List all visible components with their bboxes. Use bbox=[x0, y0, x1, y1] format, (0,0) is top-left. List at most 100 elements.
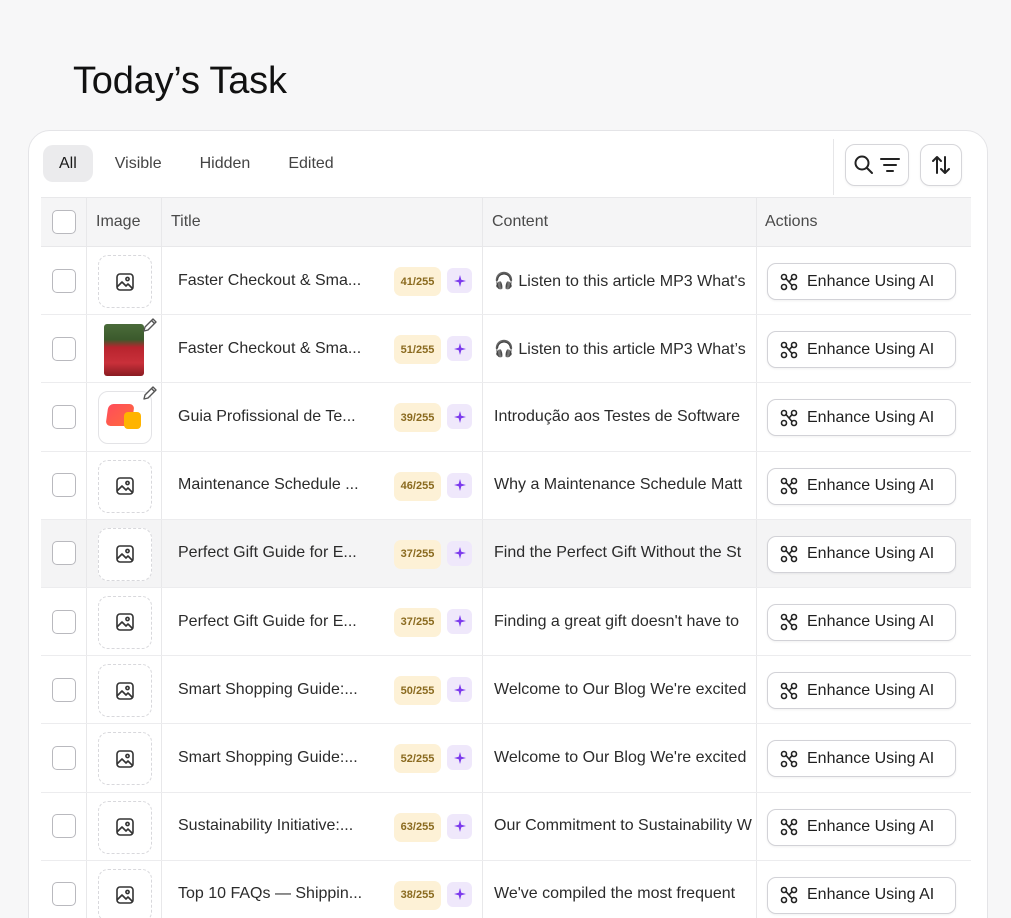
ai-rewrite-button[interactable] bbox=[447, 336, 472, 362]
enhance-using-ai-button[interactable]: Enhance Using AI bbox=[767, 603, 956, 641]
image-placeholder[interactable] bbox=[98, 459, 152, 513]
tab-all[interactable]: All bbox=[43, 145, 93, 182]
enhance-using-ai-button[interactable]: Enhance Using AI bbox=[767, 672, 956, 710]
ai-rewrite-button[interactable] bbox=[447, 745, 472, 771]
table-row[interactable]: Smart Shopping Guide:... 52/255 Welcome to… bbox=[41, 724, 971, 793]
ai-sparkle-icon bbox=[453, 820, 466, 832]
char-count-badge: 46/255 bbox=[394, 471, 441, 501]
header-image: Image bbox=[96, 213, 141, 230]
ai-rewrite-button[interactable] bbox=[447, 404, 472, 430]
row-content[interactable]: 🎧 Listen to this article MP3 What’s bbox=[494, 315, 756, 382]
row-checkbox[interactable] bbox=[51, 745, 76, 770]
product-thumbnail[interactable] bbox=[104, 324, 144, 377]
image-placeholder[interactable] bbox=[98, 868, 152, 918]
enhance-using-ai-button[interactable]: Enhance Using AI bbox=[767, 876, 956, 914]
enhance-button-label: Enhance Using AI bbox=[807, 272, 935, 290]
char-count-badge: 52/255 bbox=[394, 744, 441, 774]
row-content[interactable]: 🎧 Listen to this article MP3 What's bbox=[494, 247, 756, 314]
row-content[interactable]: Introdução aos Testes de Software bbox=[494, 383, 756, 450]
row-content[interactable]: Finding a great gift doesn't have to bbox=[494, 588, 756, 655]
table-row[interactable]: Perfect Gift Guide for E... 37/255 Find th… bbox=[41, 519, 971, 588]
row-checkbox[interactable] bbox=[51, 541, 76, 566]
enhance-using-ai-button[interactable]: Enhance Using AI bbox=[767, 467, 956, 505]
row-checkbox[interactable] bbox=[51, 473, 76, 498]
table-row[interactable]: Top 10 FAQs — Shippin... 38/255 We've comp… bbox=[41, 860, 971, 918]
ai-rewrite-button[interactable] bbox=[447, 540, 472, 566]
header-title: Title bbox=[171, 213, 201, 230]
row-content[interactable]: Find the Perfect Gift Without the St bbox=[494, 520, 756, 587]
row-content[interactable]: Welcome to Our Blog We're excited bbox=[494, 724, 756, 791]
image-placeholder-icon bbox=[116, 681, 134, 700]
enhance-ai-icon bbox=[780, 545, 798, 563]
char-count-badge: 50/255 bbox=[394, 676, 441, 706]
row-checkbox[interactable] bbox=[51, 882, 76, 907]
sort-icon bbox=[932, 156, 950, 174]
page-title: Today’s Task bbox=[73, 60, 287, 102]
row-title[interactable]: Smart Shopping Guide:... bbox=[178, 724, 378, 791]
row-title[interactable]: Guia Profissional de Te... bbox=[178, 383, 378, 450]
image-placeholder[interactable] bbox=[98, 664, 152, 718]
enhance-using-ai-button[interactable]: Enhance Using AI bbox=[767, 740, 956, 778]
ai-sparkle-icon bbox=[453, 683, 466, 696]
char-count-badge: 38/255 bbox=[394, 880, 441, 910]
enhance-using-ai-button[interactable]: Enhance Using AI bbox=[767, 808, 956, 846]
row-checkbox[interactable] bbox=[51, 677, 76, 702]
enhance-button-label: Enhance Using AI bbox=[807, 886, 935, 904]
enhance-using-ai-button[interactable]: Enhance Using AI bbox=[767, 263, 956, 300]
select-all-checkbox[interactable] bbox=[51, 210, 76, 234]
tab-edited[interactable]: Edited bbox=[272, 145, 349, 182]
row-content[interactable]: Why a Maintenance Schedule Matt bbox=[494, 452, 756, 519]
sort-button[interactable] bbox=[920, 144, 962, 186]
image-placeholder[interactable] bbox=[98, 732, 152, 786]
ai-rewrite-button[interactable] bbox=[447, 472, 472, 498]
image-placeholder[interactable] bbox=[98, 595, 152, 649]
row-title[interactable]: Maintenance Schedule ... bbox=[178, 452, 378, 519]
row-title[interactable]: Faster Checkout & Sma... bbox=[178, 315, 378, 382]
row-content[interactable]: Our Commitment to Sustainability W bbox=[494, 793, 756, 860]
ai-rewrite-button[interactable] bbox=[447, 677, 472, 703]
row-checkbox[interactable] bbox=[51, 404, 76, 429]
table-row[interactable]: Perfect Gift Guide for E... 37/255 Finding… bbox=[41, 587, 971, 657]
enhance-ai-icon bbox=[780, 886, 798, 904]
edit-pencil-icon[interactable] bbox=[141, 316, 159, 334]
row-title[interactable]: Smart Shopping Guide:... bbox=[178, 656, 378, 723]
enhance-using-ai-button[interactable]: Enhance Using AI bbox=[767, 399, 956, 437]
row-title[interactable]: Perfect Gift Guide for E... bbox=[178, 588, 378, 655]
tab-hidden[interactable]: Hidden bbox=[184, 145, 267, 182]
image-placeholder[interactable] bbox=[98, 255, 152, 308]
enhance-ai-icon bbox=[780, 614, 798, 631]
row-title[interactable]: Perfect Gift Guide for E... bbox=[178, 520, 378, 587]
table-row[interactable]: Maintenance Schedule ... 46/255 Why a Main… bbox=[41, 451, 971, 520]
enhance-using-ai-button[interactable]: Enhance Using AI bbox=[767, 331, 956, 369]
edit-pencil-icon[interactable] bbox=[141, 384, 159, 402]
tab-visible[interactable]: Visible bbox=[99, 145, 178, 182]
ai-rewrite-button[interactable] bbox=[447, 881, 472, 907]
enhance-ai-icon bbox=[780, 477, 798, 495]
image-placeholder[interactable] bbox=[98, 800, 152, 854]
table-row[interactable]: Faster Checkout & Sma... 41/255 🎧 Listen t… bbox=[41, 247, 971, 316]
row-checkbox[interactable] bbox=[51, 814, 76, 839]
char-count-badge: 51/255 bbox=[394, 335, 441, 365]
row-title[interactable]: Faster Checkout & Sma... bbox=[178, 247, 378, 314]
table-header: Image Title Content Actions bbox=[41, 197, 971, 247]
row-checkbox[interactable] bbox=[51, 609, 76, 634]
enhance-button-label: Enhance Using AI bbox=[807, 613, 935, 631]
table-row[interactable]: Sustainability Initiative:... 63/255 Our C… bbox=[41, 792, 971, 861]
image-placeholder[interactable] bbox=[98, 527, 152, 581]
search-filter-button[interactable] bbox=[845, 144, 909, 186]
enhance-using-ai-button[interactable]: Enhance Using AI bbox=[767, 535, 956, 573]
ai-rewrite-button[interactable] bbox=[447, 608, 472, 634]
ai-rewrite-button[interactable] bbox=[447, 813, 472, 839]
table-row[interactable]: Guia Profissional de Te... 39/255 Introduç… bbox=[41, 383, 971, 452]
ai-rewrite-button[interactable] bbox=[447, 268, 472, 293]
row-content[interactable]: Welcome to Our Blog We're excited bbox=[494, 656, 756, 723]
row-checkbox[interactable] bbox=[51, 268, 76, 293]
row-title[interactable]: Top 10 FAQs — Shippin... bbox=[178, 861, 378, 918]
row-title[interactable]: Sustainability Initiative:... bbox=[178, 793, 378, 860]
header-actions: Actions bbox=[765, 213, 818, 230]
row-checkbox[interactable] bbox=[51, 336, 76, 361]
row-content[interactable]: We've compiled the most frequent bbox=[494, 861, 756, 918]
table-row[interactable]: Smart Shopping Guide:... 50/255 Welcome to… bbox=[41, 656, 971, 725]
task-table: Image Title Content Actions Faster Check… bbox=[41, 197, 971, 918]
table-row[interactable]: Faster Checkout & Sma... 51/255 🎧 Listen t… bbox=[41, 315, 971, 384]
